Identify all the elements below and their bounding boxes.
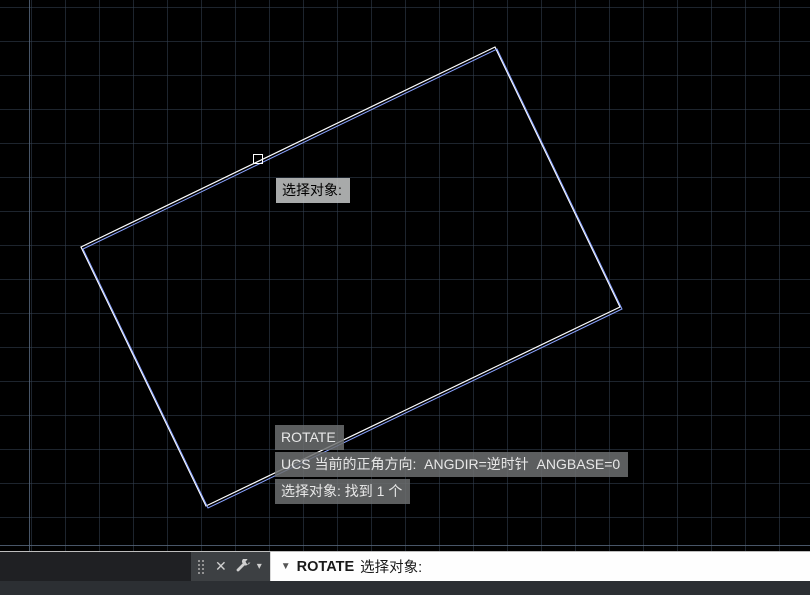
chevron-down-icon[interactable]: ▾ bbox=[255, 561, 262, 572]
command-prompt-text: 选择对象: bbox=[360, 556, 422, 577]
customize-icon[interactable] bbox=[233, 559, 253, 575]
command-line-bar[interactable]: ✕ ▾ ▼ ROTATE 选择对象: bbox=[0, 551, 810, 581]
active-command-name: ROTATE bbox=[297, 559, 354, 575]
grip-handle-icon[interactable] bbox=[197, 559, 205, 575]
history-line: 选择对象: 找到 1 个 bbox=[275, 479, 410, 504]
dropdown-icon[interactable]: ▼ bbox=[281, 561, 291, 572]
cursor-pickbox bbox=[253, 154, 263, 164]
history-line: ROTATE bbox=[275, 425, 344, 450]
close-icon[interactable]: ✕ bbox=[211, 558, 231, 575]
command-bar-controls: ✕ ▾ bbox=[191, 552, 270, 581]
history-line: UCS 当前的正角方向: ANGDIR=逆时针 ANGBASE=0 bbox=[275, 452, 628, 477]
drawing-canvas[interactable]: 选择对象: ROTATE UCS 当前的正角方向: ANGDIR=逆时针 ANG… bbox=[0, 0, 810, 551]
command-input[interactable]: ▼ ROTATE 选择对象: bbox=[270, 552, 810, 581]
cursor-tooltip: 选择对象: bbox=[276, 178, 350, 203]
bar-spacer bbox=[0, 552, 191, 581]
axis-x bbox=[0, 545, 810, 546]
command-history: ROTATE UCS 当前的正角方向: ANGDIR=逆时针 ANGBASE=0… bbox=[275, 423, 628, 504]
axis-y bbox=[29, 0, 30, 551]
status-bar-strip bbox=[0, 581, 810, 595]
